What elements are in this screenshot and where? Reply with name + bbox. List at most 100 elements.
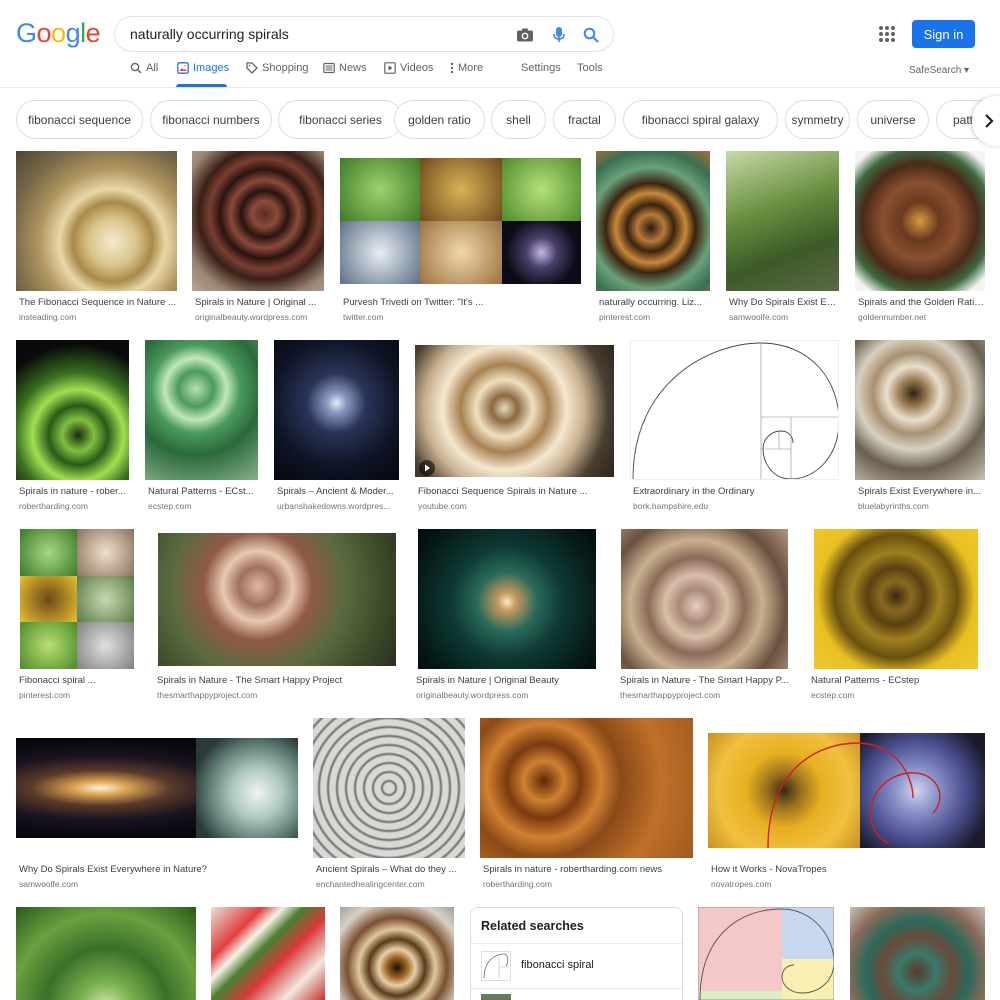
- result-title: Why Do Spirals Exist Everywhere in Natur…: [19, 864, 207, 875]
- result-source: originalbeauty.wordpress.com: [416, 690, 529, 700]
- result-source: bluelabyrinths.com: [858, 501, 929, 511]
- tab-label: Shopping: [262, 62, 309, 74]
- tab-more[interactable]: More: [450, 62, 483, 74]
- image-result[interactable]: Spirals in nature - robertharding.com ne…: [480, 718, 693, 893]
- camera-icon[interactable]: [515, 25, 535, 45]
- tab-all[interactable]: All: [130, 62, 158, 74]
- tab-label: All: [146, 62, 159, 74]
- sign-in-button[interactable]: Sign in: [912, 20, 975, 48]
- chip-fractal[interactable]: fractal: [553, 100, 616, 139]
- chip-fibonacci-series[interactable]: fibonacci series: [278, 100, 403, 139]
- microphone-icon[interactable]: [549, 25, 569, 45]
- result-title: Spirals and the Golden Ratio ...: [858, 297, 984, 308]
- tab-label: News: [339, 62, 367, 74]
- safesearch-dropdown[interactable]: SafeSearch ▾: [909, 65, 969, 76]
- chip-shell[interactable]: shell: [491, 100, 546, 139]
- image-result[interactable]: Fibonacci spiral ... pinterest.com: [16, 529, 137, 704]
- result-title: Spirals in nature - rober...: [19, 486, 126, 497]
- chip-fibonacci-sequence[interactable]: fibonacci sequence: [16, 100, 143, 139]
- tab-settings[interactable]: Settings: [521, 62, 561, 74]
- result-thumbnail: [16, 529, 137, 669]
- related-searches-title: Related searches: [481, 919, 584, 933]
- result-source: robertharding.com: [19, 501, 88, 511]
- tag-icon: [246, 62, 258, 74]
- image-result[interactable]: Spirals Exist Everywhere in... bluelabyr…: [855, 340, 985, 515]
- result-thumbnail: [211, 907, 325, 1000]
- result-thumbnail: [708, 718, 985, 858]
- result-title: Natural Patterns - ECst...: [148, 486, 254, 497]
- search-box: [114, 16, 614, 52]
- chip-label: fibonacci series: [299, 112, 382, 127]
- image-result[interactable]: Why Do Spirals Exist Ev... samwoolfe.com: [726, 151, 839, 326]
- google-logo[interactable]: Google: [16, 18, 101, 49]
- image-result[interactable]: Spirals in Nature | Original ... origina…: [192, 151, 324, 326]
- tab-news[interactable]: News: [323, 62, 367, 74]
- image-result[interactable]: Spirals in Nature - The Smart Happy Proj…: [154, 529, 400, 704]
- result-source: novatropes.com: [711, 879, 772, 889]
- tab-label: Settings: [521, 62, 561, 74]
- result-title: Spirals in Nature | Original ...: [195, 297, 317, 308]
- chip-label: fibonacci numbers: [162, 112, 260, 127]
- header-divider: [0, 87, 1000, 88]
- result-title: Spirals Exist Everywhere in...: [858, 486, 982, 497]
- chip-label: fibonacci sequence: [28, 112, 131, 127]
- tab-images[interactable]: Images: [177, 62, 229, 74]
- tab-label: Videos: [400, 62, 434, 74]
- image-result[interactable]: Spirals in Nature | Original Beauty orig…: [413, 529, 601, 704]
- related-search-thumbnail: [481, 994, 511, 1000]
- image-result[interactable]: Spirals in nature - rober... roberthardi…: [16, 340, 129, 515]
- image-result[interactable]: Spirals and the Golden Ratio ... goldenn…: [855, 151, 985, 326]
- chip-label: shell: [506, 112, 531, 127]
- image-result[interactable]: [850, 907, 985, 1000]
- image-result[interactable]: Natural Patterns - ECstep ecstep.com: [808, 529, 985, 704]
- result-thumbnail: [313, 718, 465, 858]
- result-title: Spirals – Ancient & Moder...: [277, 486, 394, 497]
- tab-videos[interactable]: Videos: [384, 62, 433, 74]
- result-title: Purvesh Trivedi on Twitter: "It's ...: [343, 297, 484, 308]
- result-title: Spirals in Nature | Original Beauty: [416, 675, 559, 686]
- result-thumbnail: [274, 340, 399, 480]
- related-chips-bar: fibonacci sequence fibonacci numbers fib…: [16, 100, 1000, 140]
- image-result[interactable]: How it Works - NovaTropes novatropes.com: [708, 718, 985, 893]
- result-title: Spirals in Nature - The Smart Happy Proj…: [157, 675, 343, 686]
- chip-label: universe: [870, 112, 916, 127]
- image-result[interactable]: Spirals in Nature - The Smart Happy P...…: [617, 529, 797, 704]
- divider: [471, 988, 682, 989]
- image-result[interactable]: [340, 907, 454, 1000]
- image-result[interactable]: Ancient Spirals – What do they ... encha…: [313, 718, 465, 893]
- image-result[interactable]: The Fibonacci Sequence in Nature ... ins…: [16, 151, 177, 326]
- newspaper-icon: [323, 62, 335, 74]
- result-thumbnail: [726, 151, 839, 291]
- image-result[interactable]: [211, 907, 325, 1000]
- result-source: originalbeauty.wordpress.com: [195, 312, 308, 322]
- chip-golden-ratio[interactable]: golden ratio: [394, 100, 485, 139]
- result-source: samwoolfe.com: [729, 312, 789, 322]
- image-result[interactable]: [16, 907, 196, 1000]
- chip-symmetry[interactable]: symmetry: [785, 100, 850, 139]
- image-result[interactable]: Extraordinary in the Ordinary bork.hamps…: [630, 340, 839, 515]
- apps-grid-icon[interactable]: [878, 25, 896, 43]
- image-result[interactable]: [698, 907, 834, 1000]
- related-search-label: fibonacci spiral: [521, 959, 594, 971]
- result-thumbnail: [855, 340, 985, 480]
- image-result[interactable]: Spirals – Ancient & Moder... urbanshaked…: [274, 340, 399, 515]
- image-result[interactable]: Purvesh Trivedi on Twitter: "It's ... tw…: [340, 151, 581, 326]
- image-result[interactable]: Fibonacci Sequence Spirals in Nature ...…: [415, 340, 614, 515]
- tab-shopping[interactable]: Shopping: [246, 62, 309, 74]
- related-search-item[interactable]: fibonacci spiral: [471, 944, 682, 988]
- result-source: insteading.com: [19, 312, 77, 322]
- search-icon[interactable]: [581, 25, 601, 45]
- search-input[interactable]: [130, 17, 510, 51]
- chip-fibonacci-spiral-galaxy[interactable]: fibonacci spiral galaxy: [623, 100, 778, 139]
- tab-tools[interactable]: Tools: [577, 62, 603, 74]
- result-title: Natural Patterns - ECstep: [811, 675, 920, 686]
- chip-fibonacci-numbers[interactable]: fibonacci numbers: [150, 100, 272, 139]
- chevron-right-icon: [985, 114, 994, 128]
- tab-label: Tools: [577, 62, 603, 74]
- image-result[interactable]: naturally occurring. Liz... pinterest.co…: [596, 151, 710, 326]
- image-result[interactable]: Why Do Spirals Exist Everywhere in Natur…: [16, 718, 298, 893]
- result-thumbnail: [16, 340, 129, 480]
- chip-universe[interactable]: universe: [857, 100, 929, 139]
- image-result[interactable]: Natural Patterns - ECst... ecstep.com: [145, 340, 258, 515]
- chip-label: fibonacci spiral galaxy: [641, 112, 760, 127]
